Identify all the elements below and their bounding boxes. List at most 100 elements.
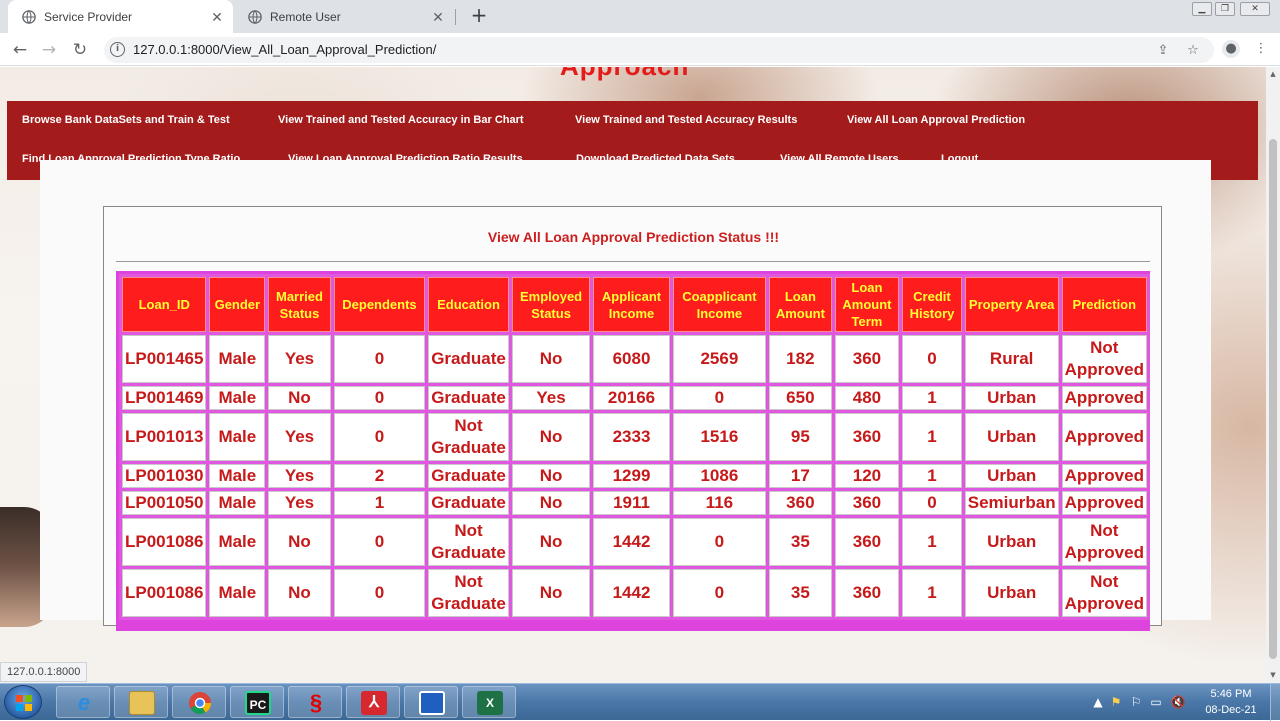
cell-loan-term: 480 [834,386,900,410]
network-alert-icon[interactable]: ⚑ [1108,694,1124,710]
cell-married: Yes [268,464,331,488]
page-scrollbar[interactable]: ▲ ▼ [1266,67,1280,683]
cell-employed: No [511,335,591,383]
taskbar-chrome[interactable] [172,686,226,718]
volume-muted-icon[interactable]: 🔇 [1170,694,1186,710]
chrome-icon [189,692,211,714]
cell-loan-id: LP001465 [122,335,207,383]
cell-loan-term: 360 [834,335,900,383]
windows-logo-icon [16,695,32,711]
site-info-icon[interactable]: i [110,42,125,57]
cell-dependents: 1 [333,491,426,515]
close-window-button[interactable]: ✕ [1240,2,1270,16]
bookmark-star-icon[interactable]: ☆ [1184,42,1202,60]
cell-education: Graduate [428,491,509,515]
cell-dependents: 2 [333,464,426,488]
status-title: View All Loan Approval Prediction Status… [487,229,780,245]
taskbar-app-window[interactable] [404,686,458,718]
browser-toolbar: ← → ↻ i 127.0.0.1:8000/View_All_Loan_App… [0,33,1280,66]
reload-icon[interactable]: ↻ [69,39,91,61]
share-icon[interactable]: ⇪ [1154,42,1172,60]
cell-property-area: Urban [964,518,1059,566]
address-url[interactable]: 127.0.0.1:8000/View_All_Loan_Approval_Pr… [133,42,436,57]
cell-coapplicant-income: 2569 [672,335,767,383]
cell-gender: Male [209,518,266,566]
address-bar[interactable]: i 127.0.0.1:8000/View_All_Loan_Approval_… [104,37,1214,63]
column-header: Loan Amount [769,277,832,332]
tab-service-provider[interactable]: Service Provider ✕ [8,0,233,33]
scroll-thumb[interactable] [1269,139,1277,659]
cell-employed: No [511,464,591,488]
cell-credit-history: 1 [902,464,962,488]
folder-icon [129,691,155,715]
cell-applicant-income: 1299 [593,464,670,488]
taskbar-file-explorer[interactable] [114,686,168,718]
cell-prediction: Approved [1061,464,1147,488]
column-header: Loan Amount Term [834,277,900,332]
cell-education: Graduate [428,386,509,410]
cell-loan-amount: 650 [769,386,832,410]
cell-applicant-income: 2333 [593,413,670,461]
cell-coapplicant-income: 116 [672,491,767,515]
taskbar-clock[interactable]: 5:46 PM 08-Dec-21 [1196,686,1266,718]
app-window-icon [419,691,445,715]
column-header: Credit History [902,277,962,332]
taskbar-internet-explorer[interactable]: e [56,686,110,718]
cell-coapplicant-income: 0 [672,569,767,617]
nav-all-loan-prediction[interactable]: View All Loan Approval Prediction [847,114,1025,126]
table-row: LP001013 Male Yes 0 Not Graduate No 2333… [122,413,1147,461]
action-center-icon[interactable]: ⚐ [1128,694,1144,710]
tab-remote-user[interactable]: Remote User ✕ [234,0,454,33]
cell-coapplicant-income: 1516 [672,413,767,461]
cell-prediction: Approved [1061,386,1147,410]
start-button[interactable] [4,685,42,719]
clock-date: 08-Dec-21 [1205,704,1257,716]
taskbar-airtel[interactable]: § [288,686,342,718]
restore-button[interactable]: ❐ [1215,2,1235,16]
cell-prediction: Not Approved [1061,335,1147,383]
tab-title: Remote User [270,9,341,24]
taskbar-pycharm[interactable]: PC [230,686,284,718]
cell-loan-amount: 182 [769,335,832,383]
taskbar-excel[interactable]: X [462,686,516,718]
nav-accuracy-results[interactable]: View Trained and Tested Accuracy Results [575,114,797,126]
prediction-table-frame: Loan_ID Gender Married Status Dependents… [116,271,1150,631]
cell-married: No [268,518,331,566]
show-desktop-button[interactable] [1270,684,1280,721]
cell-property-area: Urban [964,413,1059,461]
cell-loan-term: 360 [834,413,900,461]
acrobat-icon: ⅄ [361,691,387,715]
cell-property-area: Urban [964,464,1059,488]
cell-applicant-income: 1911 [593,491,670,515]
tab-title: Service Provider [44,9,133,24]
cell-property-area: Urban [964,569,1059,617]
close-tab-icon[interactable]: ✕ [209,9,225,25]
cell-dependents: 0 [333,518,426,566]
nav-accuracy-bar-chart[interactable]: View Trained and Tested Accuracy in Bar … [278,114,524,126]
close-tab-icon[interactable]: ✕ [430,9,446,25]
cell-loan-id: LP001086 [122,518,207,566]
cell-property-area: Rural [964,335,1059,383]
cell-dependents: 0 [333,413,426,461]
cell-credit-history: 1 [902,569,962,617]
show-hidden-icons-icon[interactable]: ▲ [1090,694,1106,710]
cell-coapplicant-income: 0 [672,386,767,410]
scroll-up-arrow-icon[interactable]: ▲ [1269,70,1277,78]
column-header: Education [428,277,509,332]
tab-separator [455,9,456,25]
menu-kebab-icon[interactable]: ⋮ [1252,40,1270,58]
minimize-button[interactable]: ▁ [1192,2,1212,16]
table-header-row: Loan_ID Gender Married Status Dependents… [122,277,1147,332]
back-arrow-icon[interactable]: ← [9,39,31,61]
display-icon[interactable]: ▭ [1148,694,1164,710]
cell-loan-term: 120 [834,464,900,488]
profile-avatar-icon[interactable]: ● [1222,40,1240,58]
cell-married: Yes [268,413,331,461]
scroll-down-arrow-icon[interactable]: ▼ [1269,671,1277,679]
taskbar-acrobat[interactable]: ⅄ [346,686,400,718]
forward-arrow-icon[interactable]: → [38,39,60,61]
nav-browse-datasets[interactable]: Browse Bank DataSets and Train & Test [22,114,230,126]
new-tab-button[interactable]: + [468,5,490,27]
cell-loan-term: 360 [834,518,900,566]
column-header: Employed Status [511,277,591,332]
